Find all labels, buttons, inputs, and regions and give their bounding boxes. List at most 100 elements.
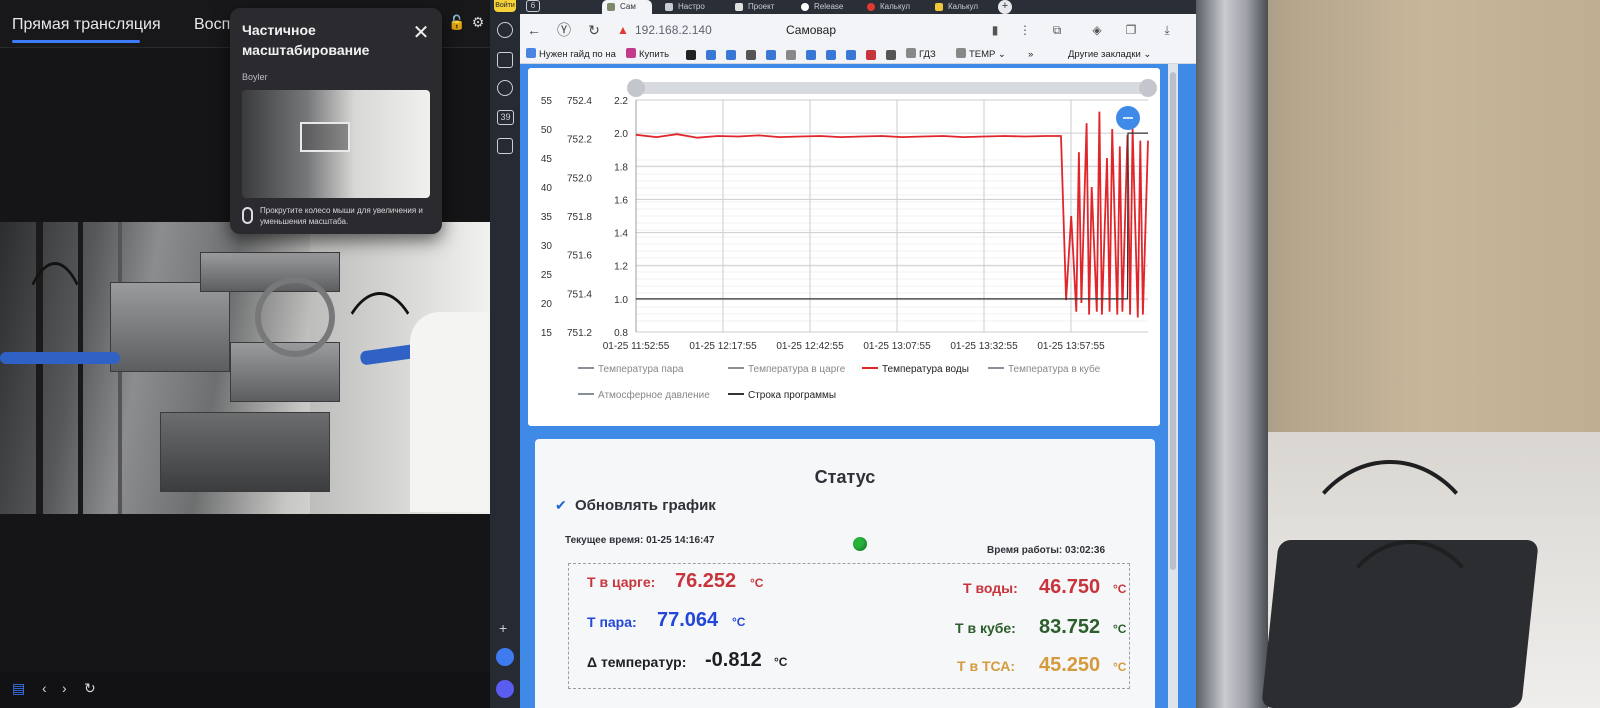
bookmark-gdz[interactable]: ГДЗ	[906, 48, 936, 62]
delta-value: -0.812	[705, 649, 762, 671]
y-tick-label: 752.0	[567, 173, 592, 184]
camera-icon[interactable]	[497, 138, 513, 154]
new-tab-button[interactable]: +	[998, 0, 1012, 14]
other-bookmarks[interactable]: Другие закладки ⌄	[1068, 48, 1151, 62]
tab-calculator-2[interactable]: Калькул	[930, 0, 992, 14]
bookmark-label: Купить	[639, 49, 670, 60]
bookmark-icon[interactable]	[846, 50, 856, 60]
checkbox-refresh[interactable]: ✔	[555, 498, 569, 512]
lock-icon[interactable]: 🔓	[448, 14, 465, 30]
readings-box: Т в царге: 76.252 °C Т воды: 46.750 °C Т…	[568, 563, 1130, 689]
warning-icon[interactable]: ▲	[616, 23, 630, 37]
counter-badge[interactable]: 39	[497, 110, 514, 125]
mouse-icon	[242, 207, 253, 224]
tab-playback[interactable]: Восп	[194, 16, 230, 34]
chart-range-slider	[627, 79, 1157, 130]
tab-live[interactable]: Прямая трансляция	[12, 16, 161, 34]
shield-icon[interactable]: ◈	[1090, 23, 1104, 37]
slider-handle-left	[627, 79, 645, 97]
refresh-label[interactable]: Обновлять график	[575, 497, 716, 514]
popover-subtitle: Boyler	[242, 72, 268, 82]
tab-label: Калькул	[948, 2, 979, 11]
tsarga-value: 76.252	[675, 570, 737, 592]
login-badge[interactable]: Войти	[494, 0, 516, 12]
bookmark-icon[interactable]	[826, 50, 836, 60]
page-scrollbar-thumb[interactable]	[1170, 72, 1176, 570]
bookmark-temp[interactable]: TEMP ⌄	[956, 48, 1006, 62]
folder-icon	[906, 48, 916, 58]
document-icon[interactable]: ▤	[12, 680, 25, 697]
tab-live-underline	[12, 40, 140, 43]
chevron-left-icon[interactable]: ‹	[42, 680, 47, 696]
temperature-chart[interactable]: 55 50 45 40 35 30 25 20 15 752.4 752.2 752.0 751.8 75…	[528, 68, 1160, 426]
bookmark-icon[interactable]	[746, 50, 756, 60]
download-icon[interactable]	[496, 648, 514, 666]
camera-flange	[110, 282, 230, 372]
bookmark-label: Другие закладки	[1068, 49, 1141, 60]
tab-settings[interactable]: Настро	[660, 0, 726, 14]
tab-strip: 6 Сам Настро Проект Release Калькул Каль…	[520, 0, 1210, 14]
tab-samovar[interactable]: Сам	[602, 0, 652, 14]
legend-label: Температура пара	[598, 364, 684, 375]
bookmark-favicon	[526, 48, 536, 58]
tsarga-label: Т в царге:	[587, 574, 656, 590]
bookmark-icon[interactable]	[706, 50, 716, 60]
camera-view[interactable]	[0, 222, 490, 514]
bookmark-icon[interactable]: ▮	[988, 23, 1002, 37]
more-bookmarks-icon[interactable]: »	[1028, 48, 1033, 62]
download-icon[interactable]: ⤓	[1160, 23, 1174, 37]
bookmark-icon[interactable]	[686, 50, 696, 60]
monitor-bezel	[1196, 0, 1268, 708]
bookmark-icon[interactable]	[886, 50, 896, 60]
tab-release[interactable]: Release	[796, 0, 858, 14]
extension-icon[interactable]: ⧉	[1050, 23, 1064, 37]
chevron-right-icon[interactable]: ›	[62, 680, 67, 696]
menu-dots-icon[interactable]: ⋮	[1018, 23, 1032, 37]
translate-icon[interactable]: ❐	[1124, 23, 1138, 37]
tab-project[interactable]: Проект	[730, 0, 792, 14]
back-icon[interactable]: ←	[526, 22, 542, 38]
y-tick-label: 751.4	[567, 289, 592, 300]
bookmark-icon[interactable]	[766, 50, 776, 60]
yandex-icon[interactable]: Ⓨ	[556, 22, 572, 38]
tab-count[interactable]: 6	[526, 0, 540, 12]
tsa-value: 45.250	[1039, 654, 1101, 676]
url-field[interactable]: 192.168.2.140	[635, 23, 712, 37]
y-tick-label: 20	[541, 299, 553, 310]
collections-icon[interactable]	[497, 52, 513, 68]
refresh-icon[interactable]: ↻	[84, 680, 96, 697]
steam-value: 77.064	[657, 609, 719, 631]
y-tick-label: 30	[541, 241, 553, 252]
gear-icon[interactable]: ⚙	[470, 14, 486, 30]
bookmark-icon[interactable]	[866, 50, 876, 60]
tab-calculator-1[interactable]: Калькул	[862, 0, 924, 14]
legend-label: Температура в царге	[748, 364, 846, 375]
history-icon[interactable]	[497, 22, 513, 38]
browser-sidebar: Войти 39 +	[490, 0, 520, 708]
bookmark-guide[interactable]: Нужен гайд по на	[526, 48, 616, 62]
y-tick-label: 50	[541, 125, 553, 136]
y-tick-label: 751.6	[567, 251, 592, 262]
camera-wire	[10, 262, 100, 514]
bookmark-icon[interactable]	[806, 50, 816, 60]
add-icon[interactable]: +	[499, 620, 507, 636]
y-tick-label: 752.2	[567, 135, 592, 146]
close-icon[interactable]: ✕	[412, 23, 430, 43]
current-time: Текущее время: 01-25 14:16:47	[565, 535, 715, 546]
tsarga-unit: °C	[750, 576, 764, 590]
y-tick-label: 1.4	[614, 229, 628, 240]
bookmark-icon[interactable]	[786, 50, 796, 60]
tab-label: Release	[814, 2, 844, 11]
tab-favicon	[735, 3, 743, 11]
bookmark-label: Нужен гайд по на	[539, 49, 616, 60]
reload-icon[interactable]: ↻	[586, 22, 602, 38]
status-indicator	[853, 537, 867, 551]
y-tick-label: 35	[541, 212, 553, 223]
bookmark-icon[interactable]	[726, 50, 736, 60]
chart-x-axis: 01-25 11:52:55 01-25 12:17:55 01-25 12:42:…	[603, 341, 1105, 352]
play-icon[interactable]	[497, 80, 513, 96]
assistant-icon[interactable]	[496, 680, 514, 698]
slider-track	[632, 82, 1152, 94]
bookmark-buy[interactable]: Купить	[626, 48, 669, 62]
y-tick-label: 15	[541, 328, 553, 339]
